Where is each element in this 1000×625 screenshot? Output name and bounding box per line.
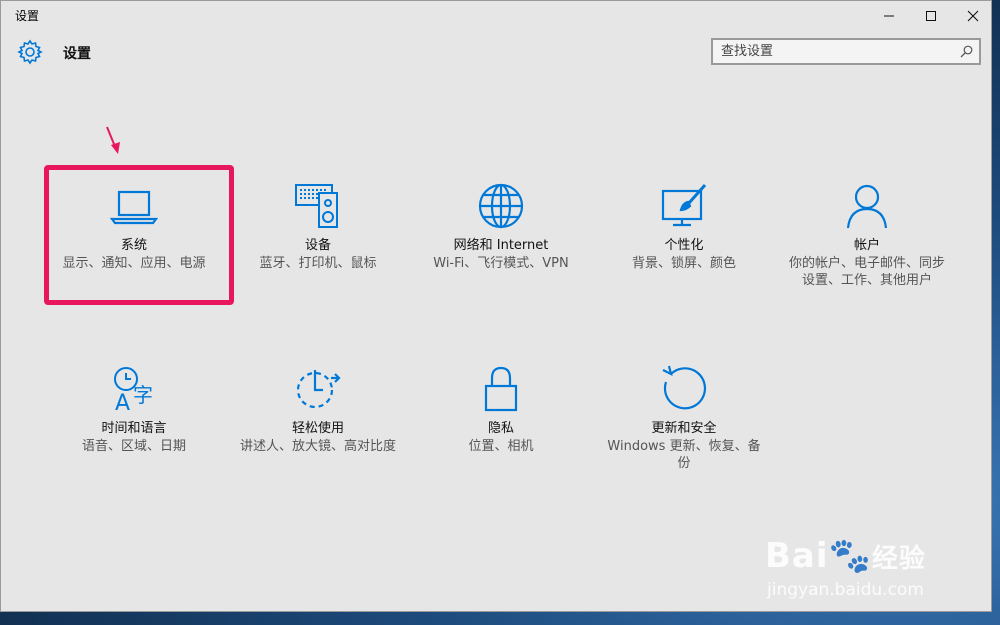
tile-personalization[interactable]: 个性化 背景、锁屏、颜色 [594, 181, 774, 272]
tile-ease-of-access-title: 轻松使用 [291, 421, 344, 436]
highlight-box [44, 165, 234, 305]
tile-ease-of-access[interactable]: 轻松使用 讲述人、放大镜、高对比度 [228, 364, 408, 455]
pointer-arrow-icon [106, 126, 120, 154]
gear-icon [17, 39, 43, 65]
watermark: Bai🐾经验 jingyan.baidu.com [765, 520, 955, 610]
globe-icon [478, 183, 524, 229]
titlebar: 设置 [1, 1, 991, 31]
search-box[interactable] [711, 38, 981, 65]
tile-time-language-desc: 语音、区域、日期 [81, 439, 186, 454]
tile-time-language[interactable]: A 字 时间和语言 语音、区域、日期 [44, 364, 224, 455]
tile-accounts-desc: 你的帐户、电子邮件、同步设置、工作、其他用户 [788, 256, 945, 288]
svg-text:字: 字 [133, 383, 153, 407]
maximize-button[interactable] [911, 1, 951, 31]
window-title: 设置 [15, 9, 40, 23]
tile-personalization-desc: 背景、锁屏、颜色 [631, 256, 736, 271]
paw-icon: 🐾 [828, 536, 872, 576]
tile-accounts-title: 帐户 [853, 238, 880, 253]
search-input[interactable] [713, 40, 965, 63]
close-icon [967, 10, 979, 22]
lock-icon [484, 366, 518, 412]
page-title: 设置 [63, 46, 91, 62]
tile-update-security-desc: Windows 更新、恢复、备份 [607, 439, 761, 471]
tile-personalization-title: 个性化 [664, 238, 704, 253]
tile-devices-desc: 蓝牙、打印机、鼠标 [259, 256, 377, 271]
tile-devices-title: 设备 [304, 238, 331, 253]
search-icon[interactable] [960, 45, 973, 58]
person-icon [846, 184, 888, 229]
ease-of-access-icon [296, 370, 341, 409]
tile-update-security[interactable]: 更新和安全 Windows 更新、恢复、备份 [594, 364, 774, 472]
tile-privacy-title: 隐私 [487, 421, 514, 436]
maximize-icon [926, 11, 936, 21]
update-icon [662, 365, 707, 410]
watermark-brand-tail: 经验 [871, 544, 926, 574]
tile-privacy-desc: 位置、相机 [468, 439, 534, 454]
tile-time-language-title: 时间和语言 [101, 421, 167, 436]
svg-text:A: A [115, 391, 130, 414]
tile-privacy[interactable]: 隐私 位置、相机 [411, 364, 591, 455]
tile-devices[interactable]: 设备 蓝牙、打印机、鼠标 [228, 181, 408, 272]
watermark-brand: Bai [765, 536, 829, 576]
minimize-button[interactable] [869, 1, 909, 31]
tile-network-title: 网络和 Internet [453, 238, 549, 253]
close-button[interactable] [953, 1, 993, 31]
tile-update-security-title: 更新和安全 [651, 421, 717, 436]
minimize-icon [884, 15, 894, 17]
tile-network[interactable]: 网络和 Internet Wi-Fi、飞行模式、VPN [411, 181, 591, 272]
tile-accounts[interactable]: 帐户 你的帐户、电子邮件、同步设置、工作、其他用户 [777, 181, 957, 289]
tile-ease-of-access-desc: 讲述人、放大镜、高对比度 [239, 439, 396, 454]
watermark-url: jingyan.baidu.com [767, 580, 924, 600]
paint-icon [661, 184, 707, 227]
devices-icon [295, 184, 338, 228]
tile-network-desc: Wi-Fi、飞行模式、VPN [433, 256, 569, 271]
time-language-icon: A 字 [114, 367, 153, 414]
